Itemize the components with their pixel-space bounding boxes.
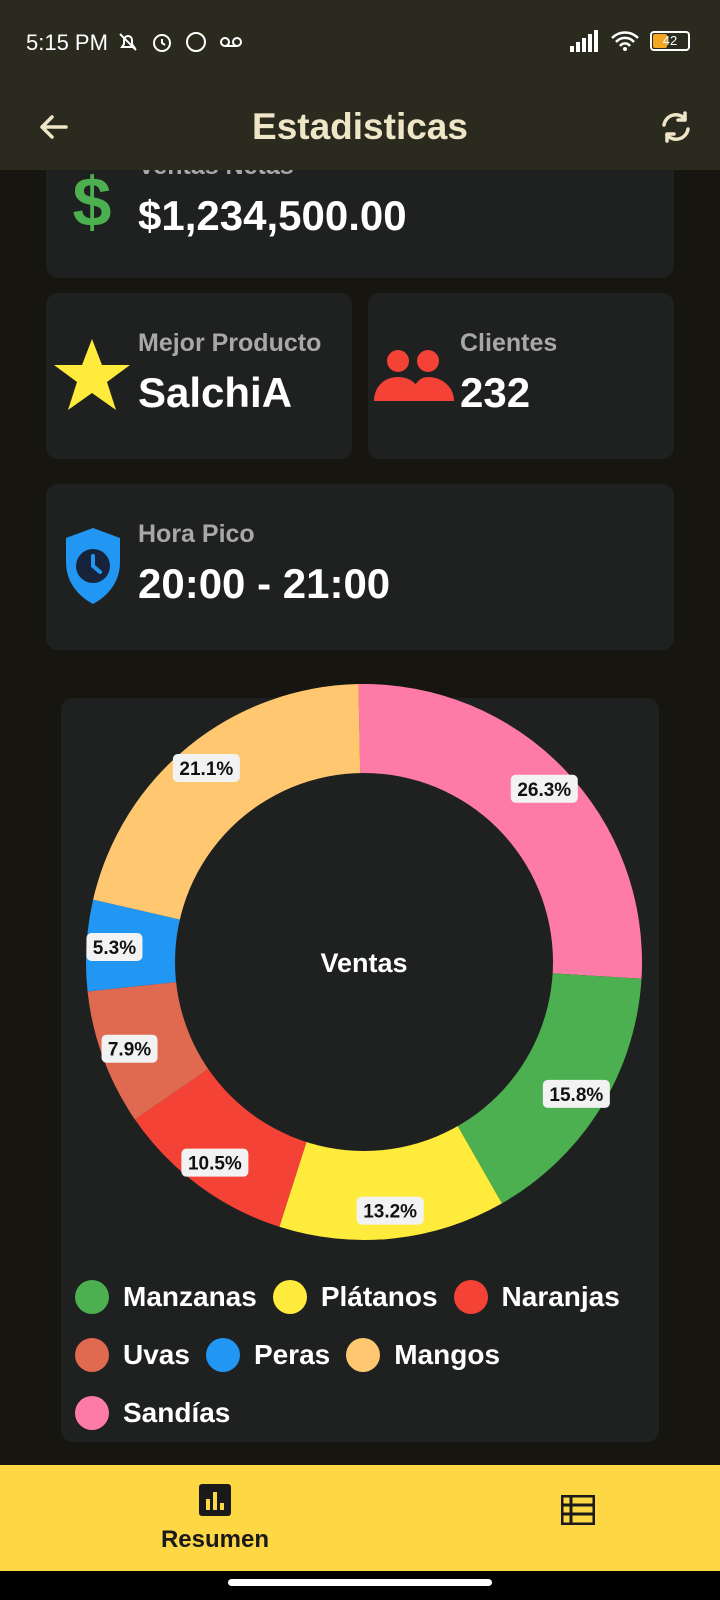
card-value: $1,234,500.00 — [138, 192, 407, 239]
stats-content[interactable]: $ Ventas Netas $1,234,500.00 Mejor Produ… — [0, 170, 720, 1465]
card-label: Clientes — [460, 329, 558, 357]
legend-item: Manzanas — [75, 1280, 257, 1314]
slice-percent-text: 13.2% — [363, 1202, 417, 1223]
chart-card: Ventas 26.3% 15.8% 13.2% 10.5% 7.9% 5.3% 21.1%… — [61, 684, 659, 1442]
legend-label: Mangos — [394, 1339, 501, 1370]
muted-bell-icon — [119, 33, 137, 51]
signal-icon — [570, 30, 598, 52]
slice-percent-text: 15.8% — [549, 1085, 603, 1106]
status-time: 5:15 PM — [26, 30, 108, 55]
card-value: 232 — [460, 369, 531, 416]
legend-label: Naranjas — [501, 1281, 620, 1312]
card-ventas-netas: $ Ventas Netas $1,234,500.00 — [46, 170, 674, 278]
legend-swatch — [346, 1338, 381, 1372]
legend-swatch — [453, 1280, 488, 1314]
chart-legend: Manzanas Plátanos Naranjas Uvas Peras Ma… — [75, 1268, 655, 1442]
dollar-icon: $ — [73, 170, 112, 240]
card-mejor-producto: Mejor Producto SalchiA — [46, 293, 352, 459]
legend-swatch — [272, 1280, 307, 1314]
legend-label: Sandías — [123, 1397, 231, 1428]
legend-swatch — [75, 1338, 109, 1372]
slice-percent-label: 5.3% — [86, 933, 143, 962]
slice-percent-text: 10.5% — [188, 1154, 242, 1175]
battery-icon: 42 — [650, 31, 690, 51]
legend-label: Plátanos — [320, 1281, 438, 1312]
ventas-donut-chart: Ventas 26.3% 15.8% 13.2% 10.5% 7.9% 5.3% 21.1% — [85, 684, 643, 1240]
legend-item: Naranjas — [453, 1280, 620, 1314]
slice-percent-text: 21.1% — [179, 759, 233, 780]
card-hora-pico: Hora Pico 20:00 - 21:00 — [46, 484, 674, 650]
card-value: 20:00 - 21:00 — [138, 560, 391, 607]
list-icon — [560, 1494, 596, 1526]
card-clientes: Clientes 232 — [368, 293, 674, 459]
legend-swatch — [75, 1396, 109, 1430]
slice-percent-label: 15.8% — [542, 1079, 610, 1108]
wifi-icon — [611, 31, 639, 51]
bar-chart-icon — [199, 1484, 231, 1516]
legend-item: Sandías — [75, 1396, 230, 1430]
battery-level: 42 — [662, 33, 678, 48]
star-icon — [54, 339, 130, 410]
slice-percent-text: 7.9% — [108, 1040, 151, 1061]
svg-text:$: $ — [73, 170, 112, 240]
legend-item: Uvas — [75, 1338, 190, 1372]
nav-resumen-label: Resumen — [160, 1526, 270, 1553]
system-nav-bar — [0, 1571, 720, 1600]
chart-center-label: Ventas — [320, 948, 407, 978]
nav-list[interactable] — [548, 1494, 608, 1530]
home-indicator[interactable] — [228, 1579, 492, 1586]
alarm-icon — [153, 34, 171, 52]
voicemail-icon — [220, 37, 242, 47]
slice-percent-label: 7.9% — [101, 1034, 158, 1063]
legend-swatch — [75, 1280, 109, 1314]
card-label: Ventas Netas — [138, 170, 294, 181]
legend-swatch — [205, 1338, 240, 1372]
whatsapp-icon — [186, 32, 206, 52]
slice-percent-text: 26.3% — [517, 780, 571, 801]
slice-percent-label: 21.1% — [172, 753, 240, 782]
card-value: SalchiA — [138, 369, 293, 416]
bottom-nav: Resumen — [0, 1465, 720, 1571]
legend-item: Mangos — [346, 1338, 500, 1372]
page-title: Estadisticas — [252, 106, 468, 147]
slice-percent-text: 5.3% — [93, 938, 136, 959]
legend-label: Manzanas — [123, 1281, 257, 1312]
card-label: Hora Pico — [138, 520, 255, 548]
refresh-icon[interactable] — [654, 105, 698, 149]
slice-percent-label: 26.3% — [510, 774, 578, 803]
people-icon — [374, 350, 454, 401]
legend-item: Peras — [205, 1338, 331, 1372]
legend-label: Peras — [253, 1339, 331, 1370]
card-label: Mejor Producto — [138, 329, 322, 357]
clock-shield-icon — [66, 528, 120, 604]
status-bar: 5:15 PM 42 — [0, 0, 720, 88]
slice-percent-label: 13.2% — [356, 1196, 424, 1225]
legend-label: Uvas — [123, 1339, 190, 1370]
legend-item: Plátanos — [272, 1280, 438, 1314]
nav-resumen[interactable]: Resumen — [150, 1483, 280, 1554]
app-bar: Estadisticas — [0, 88, 720, 170]
slice-percent-label: 10.5% — [181, 1148, 249, 1177]
